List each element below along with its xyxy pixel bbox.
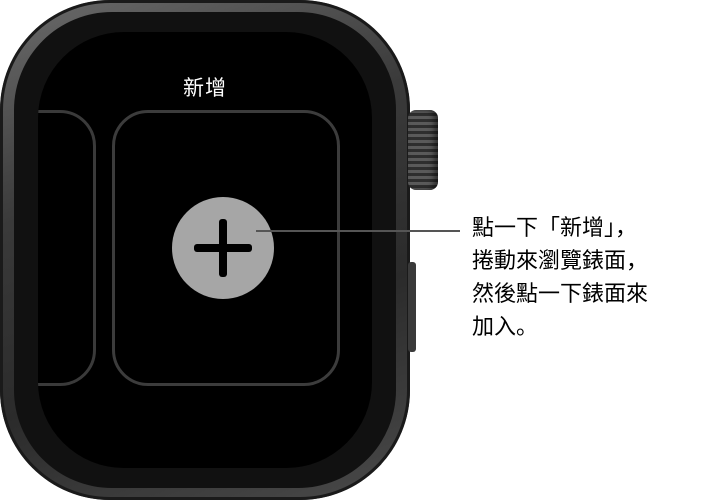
side-button[interactable] (408, 262, 416, 352)
digital-crown[interactable] (408, 110, 438, 190)
screen-title: 新增 (183, 76, 227, 100)
watch-case: 新增 (0, 0, 410, 500)
plus-icon-vertical-bar (219, 219, 227, 277)
add-button[interactable] (172, 197, 274, 299)
watch-bezel: 新增 (14, 12, 396, 488)
callout-text: 點一下「新增」， 捲動來瀏覽錶面， 然後點一下錶面來 加入。 (472, 216, 649, 340)
watch-screen: 新增 (38, 32, 372, 468)
callout-line (256, 230, 460, 232)
previous-face-card[interactable] (38, 110, 96, 386)
